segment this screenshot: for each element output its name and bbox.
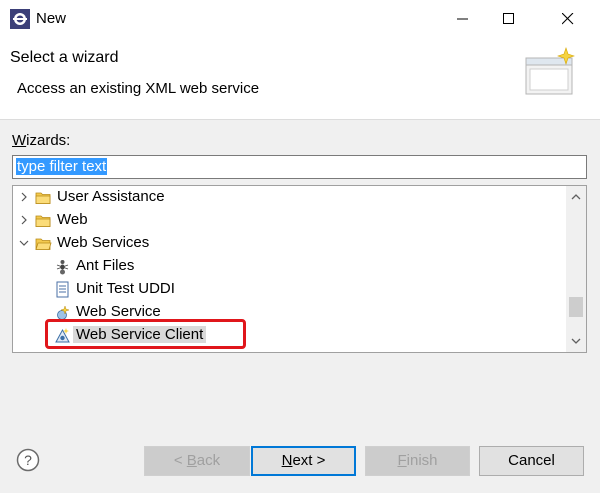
svg-text:?: ? — [24, 452, 32, 468]
close-icon — [562, 13, 574, 25]
cancel-button[interactable]: Cancel — [479, 446, 584, 476]
filter-input[interactable]: type filter text — [12, 155, 587, 179]
wizard-header: Select a wizard Access an existing XML w… — [0, 38, 600, 120]
maximize-icon — [503, 13, 514, 24]
ant-icon — [56, 260, 69, 275]
tree-item-web-service-client[interactable]: Web Service Client — [13, 324, 565, 347]
scroll-up-icon[interactable] — [571, 192, 581, 202]
window-title: New — [36, 10, 67, 27]
document-icon — [56, 281, 69, 298]
new-wizard-banner-icon — [525, 47, 575, 95]
next-button[interactable]: Next > — [251, 446, 356, 476]
folder-icon — [35, 192, 51, 204]
chevron-down-icon[interactable] — [19, 238, 29, 248]
folder-open-icon — [35, 238, 52, 250]
minimize-button[interactable] — [440, 0, 486, 38]
page-title: Select a wizard — [10, 49, 119, 66]
web-service-client-icon — [55, 328, 70, 343]
scroll-down-icon[interactable] — [571, 336, 581, 346]
tree-item-web-service[interactable]: Web Service — [13, 301, 565, 324]
tree-item-unit-test-uddi[interactable]: Unit Test UDDI — [13, 278, 565, 301]
tree-item-user-assistance[interactable]: User Assistance — [13, 186, 565, 209]
maximize-button[interactable] — [486, 0, 532, 38]
eclipse-icon — [10, 9, 30, 29]
minimize-icon — [457, 18, 468, 20]
close-button[interactable] — [545, 0, 591, 38]
title-bar: New — [0, 0, 600, 38]
tree-item-web[interactable]: Web — [13, 209, 565, 232]
help-icon[interactable]: ? — [16, 448, 40, 472]
web-service-icon — [57, 305, 70, 320]
button-bar: ? < Back Next > Finish Cancel — [0, 430, 600, 493]
filter-text: type filter text — [16, 158, 108, 175]
finish-button[interactable]: Finish — [365, 446, 470, 476]
wizards-label: Wizards: — [12, 132, 71, 149]
folder-icon — [35, 215, 51, 227]
chevron-right-icon[interactable] — [19, 215, 29, 225]
tree-scrollbar[interactable] — [566, 186, 586, 352]
tree-item-web-services[interactable]: Web Services — [13, 232, 565, 255]
back-button[interactable]: < Back — [144, 446, 250, 476]
tree-item-ant-files[interactable]: Ant Files — [13, 255, 565, 278]
scrollbar-thumb[interactable] — [569, 297, 583, 317]
chevron-right-icon[interactable] — [19, 192, 29, 202]
page-description: Access an existing XML web service — [17, 80, 260, 97]
wizard-tree[interactable]: User Assistance Web Web Services Ant Fil… — [12, 185, 587, 353]
